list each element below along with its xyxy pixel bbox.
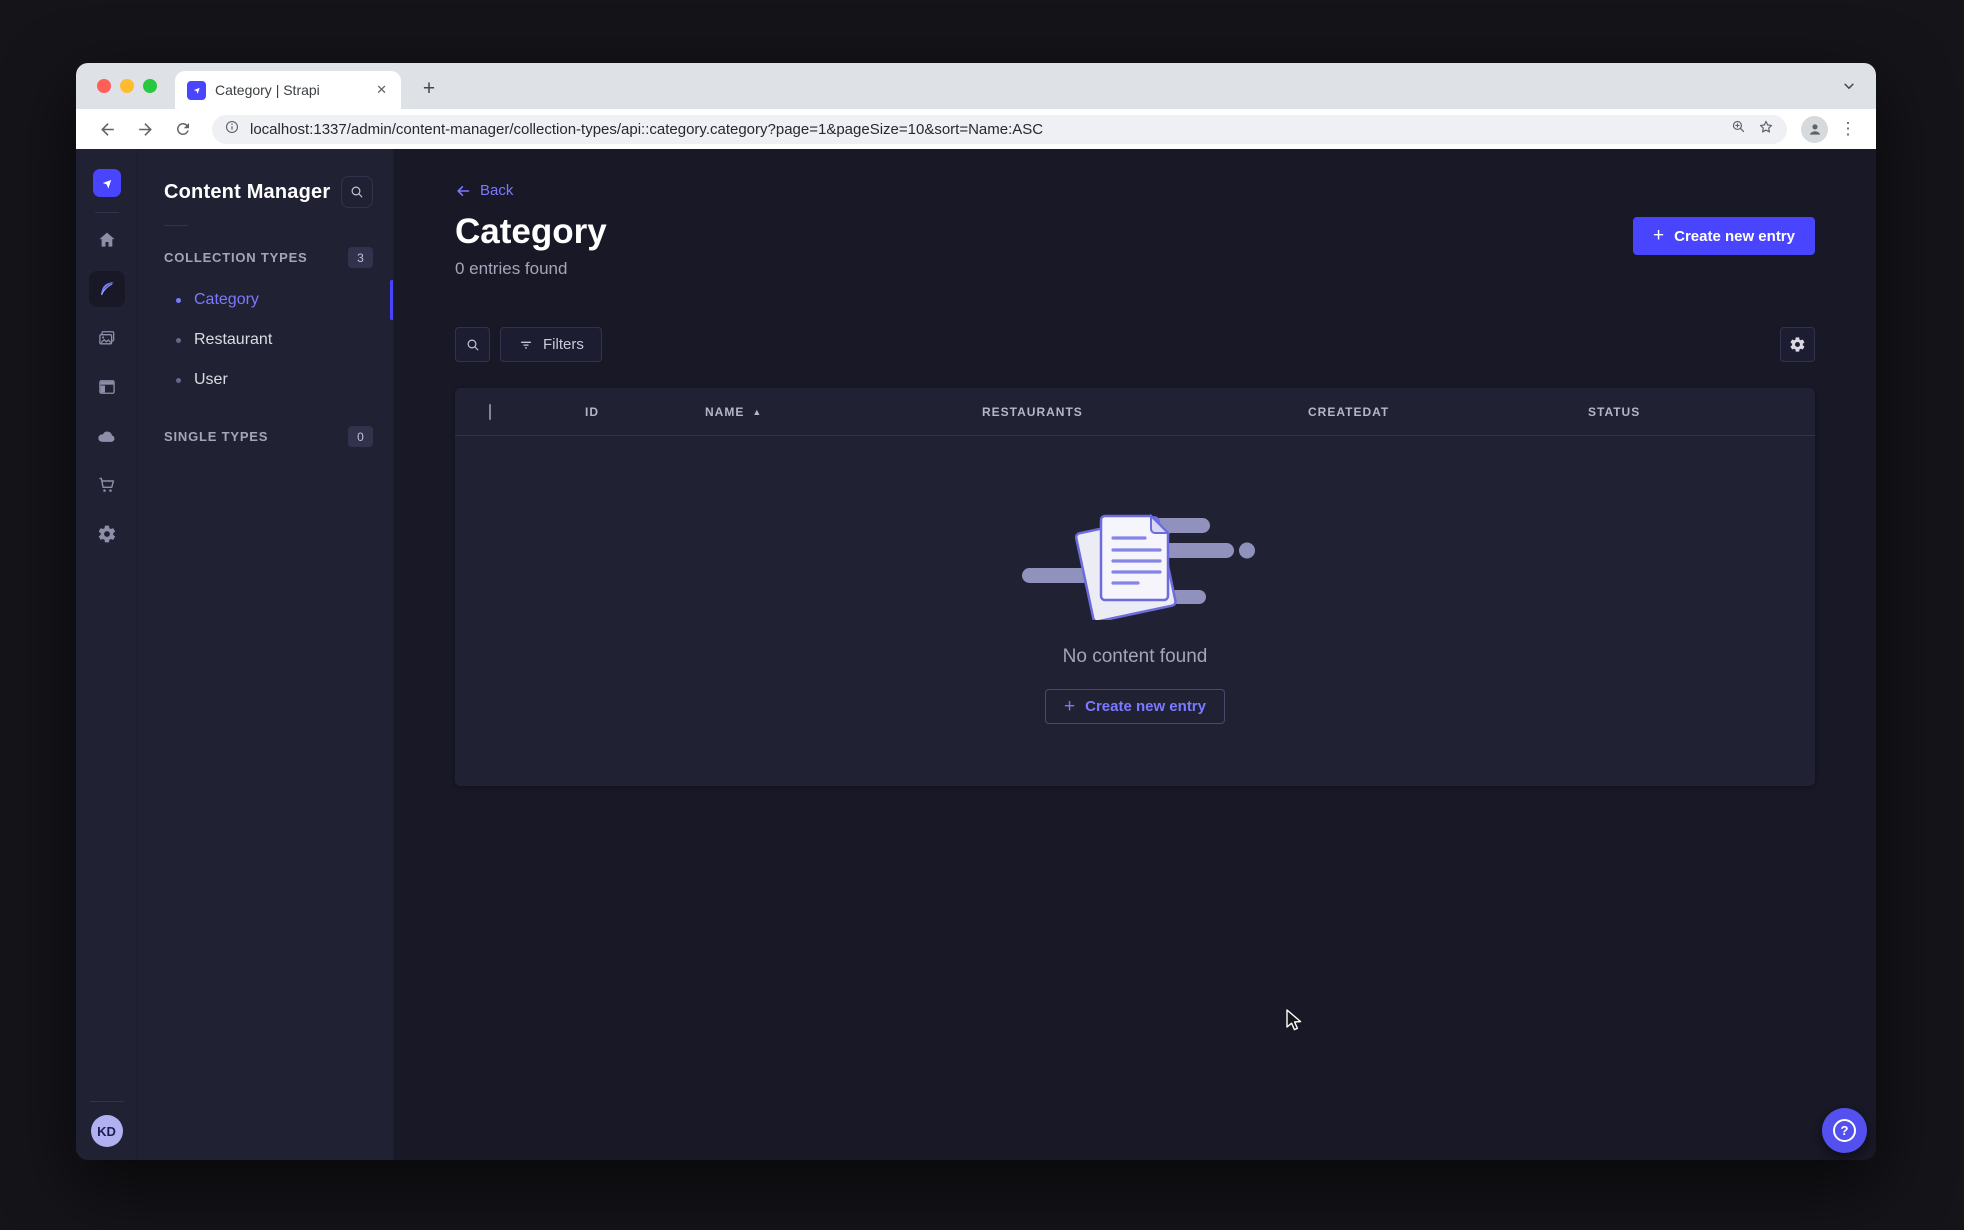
strapi-app: KD Content Manager COLLECTION TYPES 3 Ca… [76,149,1876,1160]
strapi-favicon-icon [187,80,206,100]
subnav-item-label: Category [194,291,259,308]
subnav-divider [164,225,188,226]
column-header-status[interactable]: STATUS [1588,405,1815,419]
empty-state-message: No content found [1062,646,1208,668]
bullet-icon [176,297,181,303]
browser-window: Category | Strapi ✕ + localhost:1337/adm… [76,63,1876,1160]
help-question-icon: ? [1833,1119,1856,1142]
sort-asc-icon: ▲ [752,406,763,417]
view-settings-button[interactable] [1780,327,1815,363]
content-manager-subnav: Content Manager COLLECTION TYPES 3 Categ… [138,149,394,1160]
window-close-button[interactable] [97,79,111,93]
collection-types-count-badge: 3 [348,247,373,268]
column-header-name[interactable]: NAME ▲ [705,405,982,419]
media-library-icon [98,331,114,345]
content-type-builder-icon [98,380,115,394]
subnav-item-category[interactable]: Category [138,280,393,320]
browser-tab[interactable]: Category | Strapi ✕ [175,71,401,109]
window-zoom-button[interactable] [143,79,157,93]
filters-button[interactable]: Filters [500,327,602,363]
back-arrow-icon [457,185,470,196]
active-indicator [390,280,393,320]
sidebar-item-media-library[interactable] [89,320,125,356]
empty-create-entry-label: Create new entry [1085,698,1206,716]
back-link[interactable]: Back [455,182,513,199]
new-tab-button[interactable]: + [416,76,442,102]
tab-search-chevron-icon[interactable] [1836,73,1862,99]
rail-divider [94,212,119,213]
subnav-search-button[interactable] [341,176,373,208]
main-nav-rail: KD [76,149,138,1160]
rail-bottom-divider [89,1101,124,1102]
bullet-icon [176,337,181,343]
sidebar-item-cloud[interactable] [89,418,125,454]
search-icon [467,339,478,351]
table-header-row: ID NAME ▲ RESTAURANTS CREATEDAT STATUS [455,388,1815,437]
column-header-createdat[interactable]: CREATEDAT [1308,405,1588,419]
select-all-checkbox[interactable] [489,403,491,420]
tab-title: Category | Strapi [215,82,320,98]
subnav-item-user[interactable]: User [138,360,393,400]
forward-nav-icon[interactable] [130,114,160,144]
empty-state: No content found + Create new entry [455,436,1815,786]
empty-create-entry-button[interactable]: + Create new entry [1045,689,1225,725]
search-icon [351,186,363,198]
strapi-logo-icon[interactable] [92,169,121,197]
gear-icon [1790,337,1805,352]
sidebar-item-home[interactable] [89,222,125,258]
help-button[interactable]: ? [1822,1108,1867,1153]
bookmark-star-icon[interactable] [1757,118,1775,141]
subnav-title: Content Manager [164,180,331,203]
collection-types-label: COLLECTION TYPES [164,250,308,265]
window-minimize-button[interactable] [120,79,134,93]
back-nav-icon[interactable] [92,114,122,144]
column-header-name-label: NAME [705,404,745,419]
site-info-icon[interactable] [224,119,240,140]
tab-strip: Category | Strapi ✕ + [76,63,1876,109]
table-search-button[interactable] [455,327,490,363]
empty-state-illustration [1022,513,1255,621]
main-content: Back Category 0 entries found + Create n… [394,149,1876,1160]
column-header-id[interactable]: ID [585,405,705,419]
page-title: Category [455,212,607,251]
tab-close-icon[interactable]: ✕ [372,80,391,100]
url-text[interactable]: localhost:1337/admin/content-manager/col… [250,121,1720,138]
create-entry-button[interactable]: + Create new entry [1633,217,1815,255]
entries-table: ID NAME ▲ RESTAURANTS CREATEDAT STATUS N… [455,388,1815,787]
settings-gear-icon [98,525,115,543]
bullet-icon [176,377,181,383]
document-icon [1099,513,1171,602]
url-bar[interactable]: localhost:1337/admin/content-manager/col… [212,114,1787,144]
home-icon [99,232,114,247]
browser-profile-avatar[interactable] [1801,115,1828,143]
browser-toolbar: localhost:1337/admin/content-manager/col… [76,109,1876,149]
sidebar-item-content-type-builder[interactable] [89,369,125,405]
subnav-item-label: User [194,371,228,388]
single-types-label: SINGLE TYPES [164,429,269,444]
back-label: Back [480,182,514,199]
subnav-item-label: Restaurant [194,331,273,348]
single-types-count-badge: 0 [348,426,373,447]
content-manager-feather-icon [100,281,114,295]
marketplace-cart-icon [99,477,114,492]
browser-menu-icon[interactable]: ⋮ [1836,119,1860,139]
create-entry-label: Create new entry [1674,227,1795,245]
sidebar-item-marketplace[interactable] [89,467,125,503]
column-header-restaurants[interactable]: RESTAURANTS [982,405,1308,419]
user-avatar[interactable]: KD [90,1115,123,1147]
filter-icon [521,341,531,349]
filters-label: Filters [543,336,584,354]
reload-icon[interactable] [168,114,198,144]
sidebar-item-content-manager[interactable] [88,271,125,307]
entries-count-text: 0 entries found [455,259,568,279]
window-controls [97,63,157,109]
sidebar-item-settings[interactable] [89,516,125,552]
cloud-icon [98,431,115,442]
subnav-item-restaurant[interactable]: Restaurant [138,320,393,360]
zoom-page-icon[interactable] [1730,118,1747,140]
